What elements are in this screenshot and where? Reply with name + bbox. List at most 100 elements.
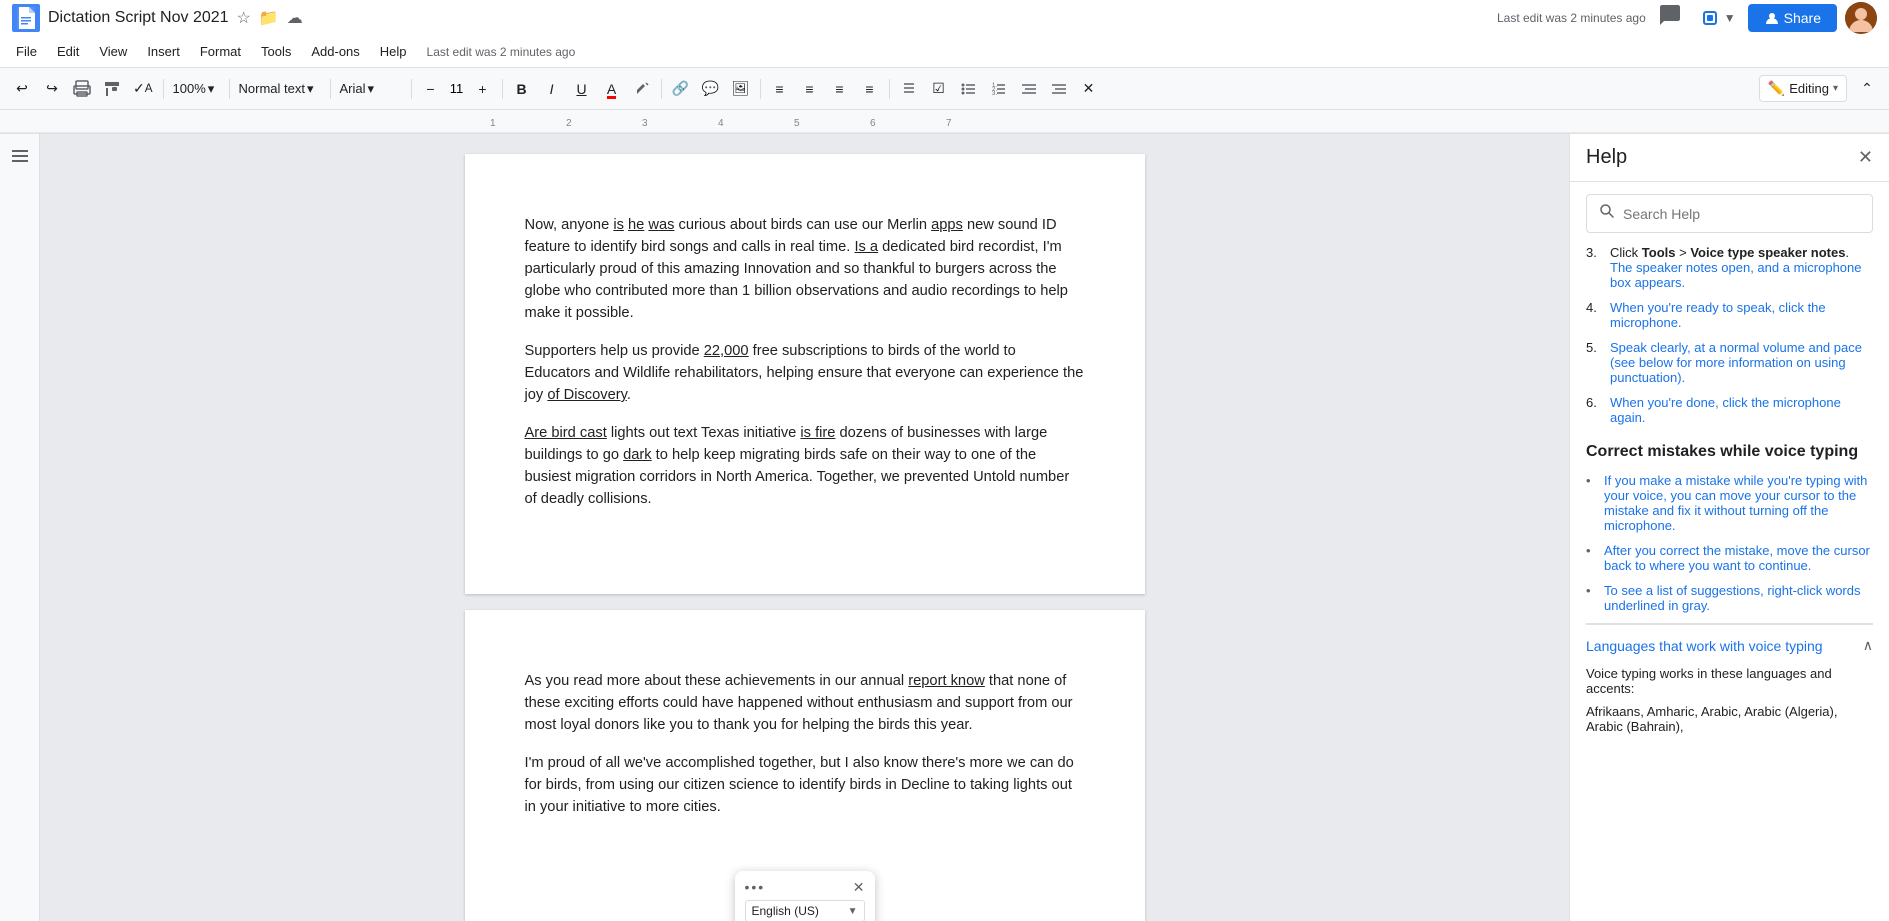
menu-format[interactable]: Format [192,40,249,63]
version-history-button[interactable]: ▼ [1694,2,1740,34]
menu-insert[interactable]: Insert [139,40,188,63]
numbered-list-button[interactable]: 1.2.3. [985,75,1013,103]
zoom-selector[interactable]: 100% ▾ [169,79,224,99]
svg-text:5: 5 [794,118,800,129]
menu-tools[interactable]: Tools [253,40,299,63]
step-6-num: 6. [1586,395,1604,425]
step-3-text: Click Tools > Voice type speaker notes. … [1610,245,1873,290]
toolbar: ↩ ↪ ✓A 100% ▾ Normal text ▾ Arial ▾ − 11… [0,68,1889,110]
separator-7 [760,79,761,99]
header-actions: ▼ Share [1654,0,1877,37]
help-search-container [1586,194,1873,233]
link-button[interactable]: 🔗 [667,75,695,103]
ruler: 1 2 3 4 5 6 7 [0,110,1889,134]
languages-collapsible[interactable]: Languages that work with voice typing ∧ [1586,624,1873,666]
separator-6 [661,79,662,99]
app-icon [12,4,40,32]
help-panel: Help ✕ 3. Click Tools > Voice type speak… [1569,134,1889,921]
undo-button[interactable]: ↩ [8,75,36,103]
voice-widget-header: ••• ✕ [745,879,865,896]
underline-button[interactable]: U [568,75,596,103]
svg-text:4: 4 [718,118,724,129]
checklist-button[interactable]: ☑ [925,75,953,103]
language-selector[interactable]: English (US) ▼ [745,900,865,921]
decrease-indent-button[interactable] [1015,75,1043,103]
justify-button[interactable]: ≡ [856,75,884,103]
text-color-button[interactable]: A [598,75,626,103]
comment-insert-button[interactable]: 💬 [697,75,725,103]
spell-check-button[interactable]: ✓A [128,75,158,103]
align-center-button[interactable]: ≡ [796,75,824,103]
voice-widget-close[interactable]: ✕ [853,879,865,896]
zoom-dropdown-icon: ▾ [208,81,215,97]
image-button[interactable]: 🖼 [727,75,755,103]
languages-title: Languages that work with voice typing [1586,638,1823,654]
languages-chevron: ∧ [1863,637,1873,654]
paint-format-button[interactable] [98,75,126,103]
collapse-toolbar-button[interactable]: ⌃ [1853,75,1881,103]
separator-2 [229,79,230,99]
menu-bar: File Edit View Insert Format Tools Add-o… [0,36,1889,68]
align-left-button[interactable]: ≡ [766,75,794,103]
help-search-input[interactable] [1623,206,1860,222]
user-avatar[interactable] [1845,2,1877,34]
step-5-num: 5. [1586,340,1604,385]
italic-button[interactable]: I [538,75,566,103]
menu-edit[interactable]: Edit [49,40,87,63]
bullet-3: • To see a list of suggestions, right-cl… [1586,583,1873,613]
sidebar-toggle[interactable] [0,134,40,921]
redo-button[interactable]: ↪ [38,75,66,103]
separator-1 [163,79,164,99]
comments-button[interactable] [1654,0,1686,37]
font-selector[interactable]: Arial ▾ [336,79,406,99]
folder-icon[interactable]: 📁 [259,8,279,28]
menu-help[interactable]: Help [372,40,415,63]
style-selector[interactable]: Normal text ▾ [235,79,325,99]
svg-text:6: 6 [870,118,876,129]
voice-typing-widget: ••• ✕ English (US) ▼ ? [735,871,875,921]
document-area[interactable]: Now, anyone is he was curious about bird… [40,134,1569,921]
print-button[interactable] [68,75,96,103]
bullet-text-3: To see a list of suggestions, right-clic… [1604,583,1873,613]
languages-list: Afrikaans, Amharic, Arabic, Arabic (Alge… [1586,704,1873,734]
highlight-button[interactable] [628,75,656,103]
menu-file[interactable]: File [8,40,45,63]
font-size-value: 11 [446,81,468,96]
line-spacing-button[interactable] [895,75,923,103]
last-edit-text: Last edit was 2 minutes ago [1497,11,1646,25]
last-edit-menu: Last edit was 2 minutes ago [427,45,576,59]
menu-view[interactable]: View [91,40,135,63]
svg-text:3.: 3. [992,91,997,97]
pencil-icon: ✏️ [1768,80,1785,97]
main-area: Now, anyone is he was curious about bird… [0,134,1889,921]
bullet-dot-2: • [1586,543,1598,573]
menu-addons[interactable]: Add-ons [303,40,367,63]
bullet-2: • After you correct the mistake, move th… [1586,543,1873,573]
bullet-1: • If you make a mistake while you're typ… [1586,473,1873,533]
lang-dropdown-icon: ▼ [848,906,858,917]
clear-format-button[interactable]: ✕ [1075,75,1103,103]
help-close-button[interactable]: ✕ [1858,147,1873,168]
star-icon[interactable]: ☆ [237,8,251,28]
document-title[interactable]: Dictation Script Nov 2021 [48,9,229,27]
voice-widget-dots[interactable]: ••• [745,879,766,896]
document-page-1: Now, anyone is he was curious about bird… [465,154,1145,594]
title-bar: Dictation Script Nov 2021 ☆ 📁 ☁ Last edi… [0,0,1889,36]
page-2-content: As you read more about these achievement… [525,670,1085,818]
cloud-icon[interactable]: ☁ [287,8,303,28]
font-value: Arial [340,81,366,96]
bullet-dot-3: • [1586,583,1598,613]
step-4-text: When you're ready to speak, click the mi… [1610,300,1873,330]
font-size-decrease-button[interactable]: − [417,75,445,103]
align-right-button[interactable]: ≡ [826,75,854,103]
bullet-list-button[interactable] [955,75,983,103]
increase-indent-button[interactable] [1045,75,1073,103]
editing-dropdown[interactable]: ✏️ Editing ▾ [1759,75,1847,102]
font-size-area: − 11 + [417,75,497,103]
help-step-4: 4. When you're ready to speak, click the… [1586,300,1873,330]
languages-intro: Voice typing works in these languages an… [1586,666,1873,696]
page-1-para-3: Are bird cast lights out text Texas init… [525,422,1085,510]
font-size-increase-button[interactable]: + [469,75,497,103]
share-button[interactable]: Share [1748,4,1837,32]
bold-button[interactable]: B [508,75,536,103]
